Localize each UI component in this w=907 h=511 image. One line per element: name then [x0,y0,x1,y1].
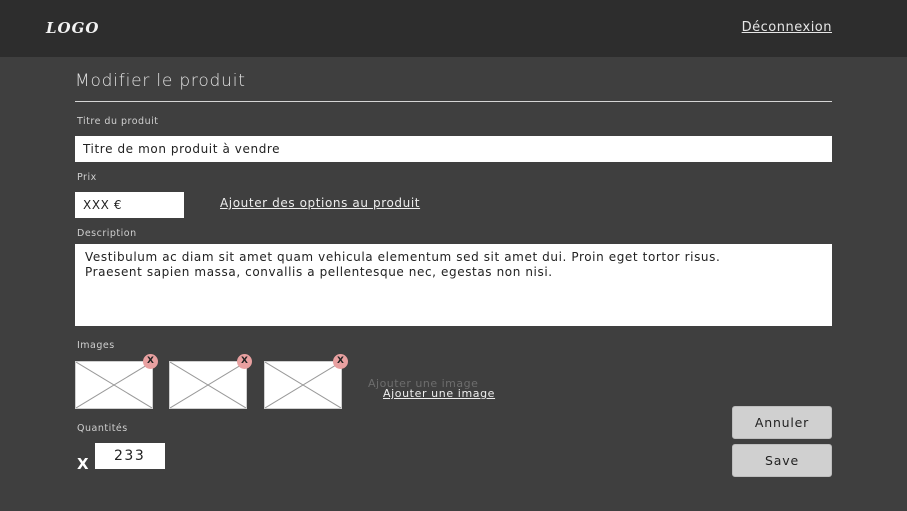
description-textarea[interactable]: Vestibulum ac diam sit amet quam vehicul… [75,244,832,326]
page-title: Modifier le produit [75,71,246,91]
logout-link[interactable]: Déconnexion [742,20,832,35]
add-image-link[interactable]: Ajouter une image [383,387,495,400]
product-title-input[interactable] [75,136,832,162]
quantity-prefix: X [77,455,89,473]
save-button[interactable]: Save [732,444,832,477]
description-label: Description [77,228,137,239]
images-label: Images [77,340,115,351]
top-bar: LOGO Déconnexion [0,0,907,57]
product-title-label: Titre du produit [77,116,159,127]
cancel-button[interactable]: Annuler [732,406,832,439]
logo: LOGO [46,19,100,37]
image-thumbnail[interactable] [75,361,153,409]
add-options-link[interactable]: Ajouter des options au produit [220,196,420,210]
price-input[interactable] [75,192,184,218]
remove-image-button[interactable]: X [143,354,158,369]
title-divider [75,101,832,102]
quantity-label: Quantités [77,423,128,434]
remove-image-button[interactable]: X [237,354,252,369]
image-thumbnail[interactable] [264,361,342,409]
price-label: Prix [77,172,97,183]
image-placeholder-icon [76,362,152,408]
quantity-input[interactable] [95,443,165,469]
image-placeholder-icon [265,362,341,408]
image-thumbnail[interactable] [169,361,247,409]
remove-image-button[interactable]: X [333,354,348,369]
image-placeholder-icon [170,362,246,408]
